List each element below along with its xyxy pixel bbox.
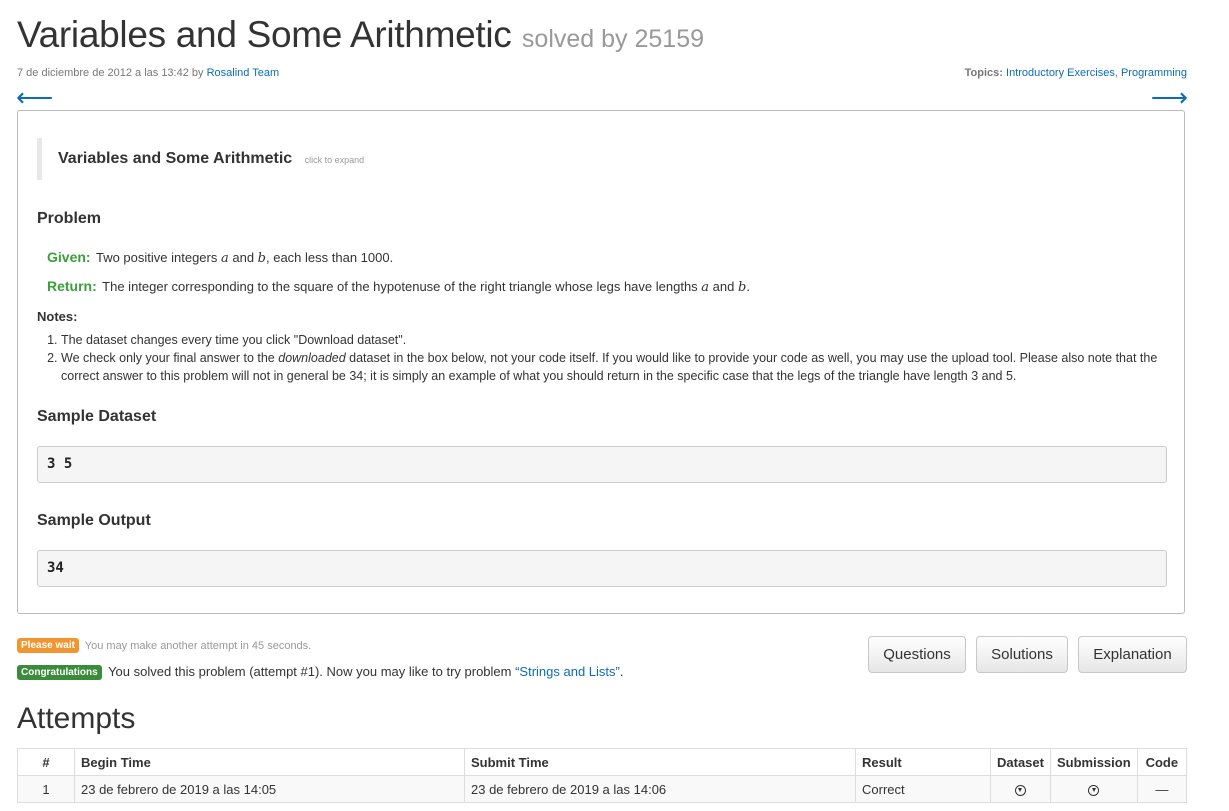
sample-output-heading: Sample Output [37,512,151,529]
attempt-code: — [1136,775,1188,803]
expand-title: Variables and Some Arithmetic [58,150,293,167]
congrats-end: . [619,664,624,679]
dataset-download-cell [990,775,1051,803]
download-icon[interactable] [1014,784,1026,796]
col-result: Result [855,748,991,776]
explanation-button[interactable]: Explanation [1078,636,1187,673]
note-item: We check only your final answer to the d… [61,349,1181,385]
col-number: # [17,748,75,776]
given-statement: Given: Two positive integers a and b, ea… [47,249,393,266]
problem-meta: 7 de diciembre de 2012 a las 13:42 by Ro… [17,67,279,79]
solutions-button[interactable]: Solutions [976,636,1068,673]
topics: Topics: Introductory Exercises, Programm… [964,67,1187,79]
next-problem-arrow-icon[interactable]: ⟶ [1151,82,1188,112]
title-row: Variables and Some Arithmetic solved by … [17,14,704,56]
congrats-status: Congratulations You solved this problem … [17,664,623,680]
attempt-submit-time: 23 de febrero de 2019 a las 14:06 [464,775,856,803]
given-text: Two positive integers [95,250,221,265]
col-dataset: Dataset [990,748,1051,776]
col-code: Code [1136,748,1188,776]
attempts-table: # Begin Time Submit Time Result Dataset … [17,748,1188,803]
problem-box: Variables and Some Arithmetic click to e… [17,110,1185,614]
wait-badge: Please wait [17,638,79,653]
given-text: and [228,250,258,265]
page-title: Variables and Some Arithmetic [17,14,512,55]
topic-link-introductory-exercises[interactable]: Introductory Exercises [1006,67,1115,79]
table-header-row: # Begin Time Submit Time Result Dataset … [17,748,1188,776]
problem-heading: Problem [37,210,102,227]
return-statement: Return: The integer corresponding to the… [47,278,750,295]
topics-label: Topics: [964,67,1003,79]
congrats-text: You solved this problem (attempt #1). No… [108,664,516,679]
given-text: , each less than 1000. [266,250,394,265]
var-b: b [257,251,266,266]
col-submission: Submission [1049,748,1138,776]
return-label: Return: [47,278,97,294]
congrats-badge: Congratulations [17,665,102,680]
var-a: a [701,280,710,295]
col-begin-time: Begin Time [74,748,465,776]
wait-text: You may make another attempt in 45 secon… [84,640,312,652]
download-icon[interactable] [1088,784,1100,796]
note-text: The dataset changes every time you click… [61,333,407,347]
note-item: The dataset changes every time you click… [61,331,1181,349]
expand-toggle[interactable]: Variables and Some Arithmetic click to e… [37,138,437,180]
attempt-number: 1 [17,775,75,803]
topic-link-programming[interactable]: Programming [1121,67,1187,79]
solved-by-count: solved by 25159 [521,25,705,53]
next-problem-link[interactable]: “Strings and Lists” [515,664,620,679]
return-text: The integer corresponding to the square … [102,279,702,294]
publish-date: 7 de diciembre de 2012 a las 13:42 [17,67,189,79]
note-emphasis: downloaded [278,351,346,365]
sample-dataset-box: 3 5 [37,446,1167,483]
given-label: Given: [47,249,91,265]
author-link[interactable]: Rosalind Team [207,67,280,79]
wait-status: Please wait You may make another attempt… [17,638,311,653]
by-text: by [191,67,204,79]
questions-button[interactable]: Questions [868,636,966,673]
attempts-heading: Attempts [17,702,136,735]
sample-dataset-heading: Sample Dataset [37,408,157,425]
submission-download-cell [1049,775,1138,803]
attempt-result: Correct [855,775,991,803]
note-text: We check only your final answer to the [61,351,279,365]
attempt-begin-time: 23 de febrero de 2019 a las 14:05 [74,775,465,803]
sample-output-box: 34 [37,550,1167,587]
expand-hint: click to expand [304,155,365,165]
table-row: 1 23 de febrero de 2019 a las 14:05 23 d… [17,775,1188,803]
col-submit-time: Submit Time [464,748,856,776]
var-a: a [220,251,229,266]
notes-label: Notes: [37,309,78,324]
prev-problem-arrow-icon[interactable]: ⟵ [16,82,53,112]
notes-list: The dataset changes every time you click… [37,331,1181,385]
return-text: . [746,279,750,294]
return-text: and [709,279,738,294]
